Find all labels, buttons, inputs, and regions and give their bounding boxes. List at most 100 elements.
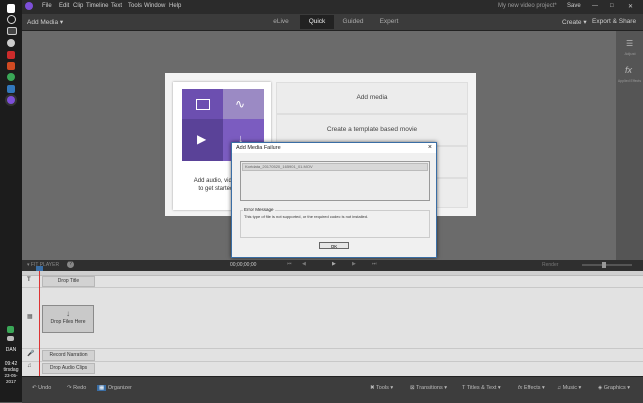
failed-file-row[interactable]: Kortdata_20170520_165901_01.MOV xyxy=(242,163,428,171)
titles-icon: T xyxy=(462,385,466,391)
redo-icon: ↷ xyxy=(67,385,72,391)
edge-icon[interactable] xyxy=(7,85,15,93)
search-icon[interactable] xyxy=(7,15,16,24)
fit-player-toggle[interactable]: ▾ FIT PLAYER xyxy=(27,262,59,268)
fx-icon[interactable]: fx xyxy=(625,65,632,75)
video-tile: ▶ xyxy=(182,119,223,161)
dialog-title: Add Media Failure xyxy=(236,145,281,151)
waveform-icon: ∿ xyxy=(235,97,246,111)
photo-tile xyxy=(182,89,223,119)
go-to-start-icon[interactable]: ⏮ xyxy=(287,261,292,267)
tray-app-icon[interactable] xyxy=(7,326,14,333)
minimize-button[interactable]: — xyxy=(592,3,598,9)
go-to-end-icon[interactable]: ⏭ xyxy=(372,261,377,267)
tab-quick[interactable]: Quick xyxy=(300,15,334,29)
create-button[interactable]: Create ▾ xyxy=(562,18,587,26)
organizer-button[interactable]: ▦ Organizer xyxy=(97,385,132,391)
menu-help[interactable]: Help xyxy=(169,3,181,9)
add-media-failure-dialog: Add Media Failure × Kortdata_20170520_16… xyxy=(231,142,437,258)
menu-timeline[interactable]: Timeline xyxy=(86,3,108,9)
track-separator xyxy=(22,348,643,349)
tools-button[interactable]: ✖ Tools ▾ xyxy=(370,385,393,391)
image-icon xyxy=(196,99,210,110)
play-icon: ▶ xyxy=(197,132,207,146)
create-label: Create xyxy=(562,19,582,26)
adjust-icon[interactable]: ☰ xyxy=(626,39,634,48)
timeline-toolbar: ▾ FIT PLAYER ? 00;00;00;00 ⏮ ◀ ▶ ▶ ⏭ Ren… xyxy=(22,260,643,271)
menu-text[interactable]: Text xyxy=(111,3,122,9)
adjust-label: Adjust xyxy=(624,51,636,56)
add-media-button[interactable]: Add Media ▾ xyxy=(27,18,63,26)
drop-audio-target[interactable]: Drop Audio Clips xyxy=(42,363,95,374)
render-button[interactable]: Render xyxy=(542,262,558,268)
tab-guided[interactable]: Guided xyxy=(336,15,370,29)
drop-arrow-icon: ↓ xyxy=(66,309,70,318)
playhead-handle[interactable] xyxy=(36,266,43,271)
network-icon[interactable] xyxy=(7,336,14,341)
redo-button[interactable]: ↷ Redo xyxy=(67,385,86,391)
transitions-label: Transitions xyxy=(416,385,443,391)
language-indicator[interactable]: DAN xyxy=(0,347,22,353)
effects-icon: fx xyxy=(518,385,523,391)
task-view-icon[interactable] xyxy=(7,27,17,35)
chrome-icon[interactable] xyxy=(7,73,15,81)
step-back-icon[interactable]: ◀ xyxy=(302,261,306,267)
tools-label: Tools xyxy=(376,385,389,391)
step-forward-icon[interactable]: ▶ xyxy=(352,261,356,267)
menu-clip[interactable]: Clip xyxy=(73,3,83,9)
premiere-elements-icon[interactable] xyxy=(7,96,15,104)
tab-expert[interactable]: Expert xyxy=(372,15,406,29)
right-panel: ☰ Adjust fx Applied Effects xyxy=(616,31,643,260)
powerpoint-icon[interactable] xyxy=(7,62,15,70)
zoom-slider[interactable] xyxy=(582,262,632,268)
organizer-icon: ▦ xyxy=(97,385,107,391)
acrobat-icon[interactable] xyxy=(7,51,15,59)
add-media-option[interactable]: Add media xyxy=(276,82,468,114)
menu-bar: File Edit Clip Timeline Text Tools Windo… xyxy=(22,0,643,14)
organizer-label: Organizer xyxy=(107,385,132,391)
titles-text-button[interactable]: T Titles & Text ▾ xyxy=(462,385,501,391)
menu-edit[interactable]: Edit xyxy=(59,3,69,9)
save-button[interactable]: Save xyxy=(567,3,581,9)
undo-icon: ↶ xyxy=(32,385,37,391)
music-button[interactable]: ♫ Music ▾ xyxy=(557,385,581,391)
close-window-button[interactable]: ✕ xyxy=(628,3,633,10)
windows-start-icon[interactable] xyxy=(7,4,15,13)
windows-taskbar: DAN 09:42 tirsdag 23-05-2017 xyxy=(0,0,22,402)
dialog-close-button[interactable]: × xyxy=(428,143,432,153)
undo-label: Undo xyxy=(38,385,52,391)
menu-tools[interactable]: Tools xyxy=(128,3,142,9)
project-title: My new video project* xyxy=(498,3,557,9)
graphics-button[interactable]: ◈ Graphics ▾ xyxy=(598,385,630,391)
steam-icon[interactable] xyxy=(7,39,15,47)
zoom-slider-handle[interactable] xyxy=(602,262,606,268)
track-separator xyxy=(22,361,643,362)
clock-date: 23-05-2017 xyxy=(4,373,18,384)
tab-elive[interactable]: eLive xyxy=(264,15,298,29)
audio-track-icon: ♫ xyxy=(27,363,32,369)
dialog-titlebar: Add Media Failure × xyxy=(232,143,436,153)
play-button-icon[interactable]: ▶ xyxy=(332,261,336,267)
help-icon[interactable]: ? xyxy=(67,261,74,268)
transitions-button[interactable]: ⊠ Transitions ▾ xyxy=(410,385,447,391)
failed-file-name: Kortdata_20170520_165901_01.MOV xyxy=(245,164,313,169)
drop-files-label: Drop Files Here xyxy=(50,319,86,325)
menu-file[interactable]: File xyxy=(42,3,52,9)
maximize-button[interactable]: □ xyxy=(610,3,614,9)
error-message-text: This type of file is not supported, or t… xyxy=(244,214,369,219)
tools-icon: ✖ xyxy=(370,385,375,391)
timeline-ruler[interactable] xyxy=(22,271,643,276)
record-narration-target[interactable]: Record Narration xyxy=(42,350,95,361)
music-label: Music xyxy=(562,385,578,391)
menu-window[interactable]: Window xyxy=(144,3,165,9)
drop-title-target[interactable]: Drop Title xyxy=(42,276,95,287)
add-media-label: Add Media xyxy=(27,19,59,26)
mode-bar: Add Media ▾ eLive Quick Guided Expert Cr… xyxy=(22,14,643,31)
ok-button[interactable]: OK xyxy=(319,242,349,249)
drop-files-target[interactable]: ↓ Drop Files Here xyxy=(42,305,94,333)
export-share-button[interactable]: Export & Share xyxy=(592,18,636,25)
undo-button[interactable]: ↶ Undo xyxy=(32,385,51,391)
effects-button[interactable]: fx Effects ▾ xyxy=(518,385,545,391)
failed-files-list[interactable]: Kortdata_20170520_165901_01.MOV xyxy=(240,161,430,201)
graphics-label: Graphics xyxy=(603,385,626,391)
